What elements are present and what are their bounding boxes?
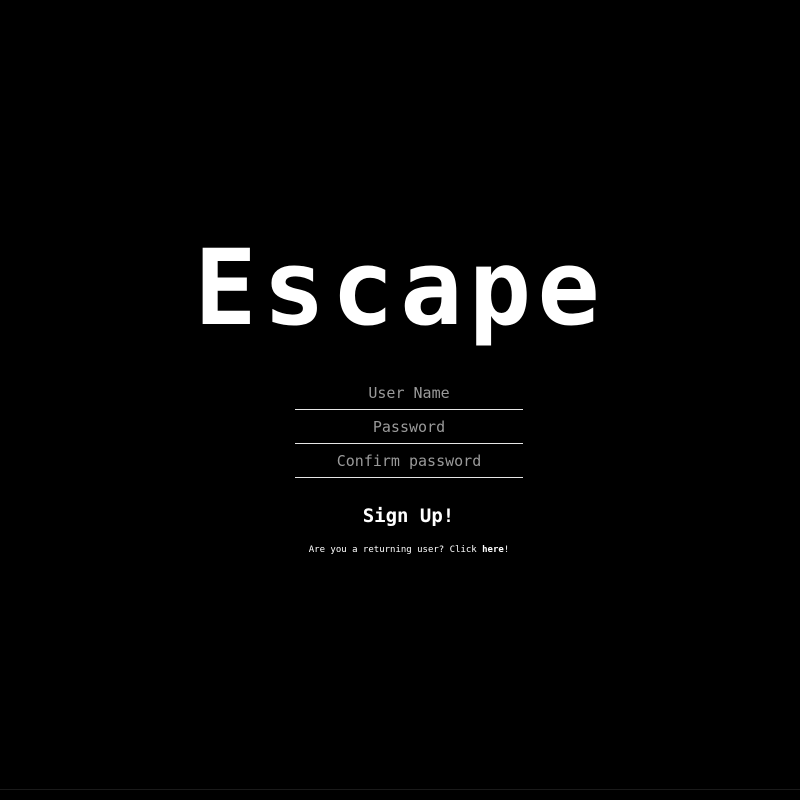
sign-up-button[interactable]: Sign Up! xyxy=(0,505,800,527)
login-link[interactable]: here xyxy=(482,545,504,555)
page-bottom-divider xyxy=(0,789,800,790)
username-input[interactable] xyxy=(295,376,523,410)
returning-user-text: Are you a returning user? Click xyxy=(308,545,483,555)
returning-user-suffix: ! xyxy=(503,545,510,555)
password-input[interactable] xyxy=(295,410,523,444)
returning-user-prompt: Are you a returning user? Click here! xyxy=(0,545,800,555)
app-logo-title: Escape xyxy=(194,227,606,349)
confirm-password-input[interactable] xyxy=(295,444,523,478)
signup-form xyxy=(295,376,523,478)
